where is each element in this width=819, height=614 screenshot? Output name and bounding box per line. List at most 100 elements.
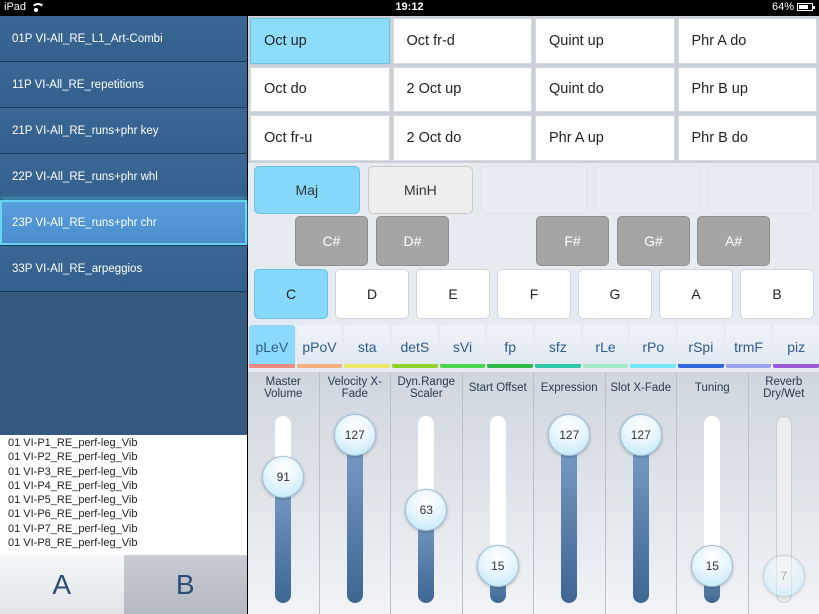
slider-knob[interactable]: 15: [476, 545, 519, 588]
status-bar: iPad 19:12 64%: [0, 0, 819, 16]
a-button[interactable]: A: [0, 555, 124, 614]
patch-item[interactable]: 01 VI-P2_RE_perf-leg_Vib: [0, 450, 247, 464]
articulation-color-bar: [582, 364, 629, 368]
articulation-label: rPo: [642, 338, 665, 355]
slider-track[interactable]: [275, 416, 292, 603]
pattern-button[interactable]: Phr A up: [535, 115, 675, 161]
pattern-button[interactable]: 2 Oct up: [392, 66, 532, 113]
articulation-button[interactable]: sta: [344, 325, 391, 368]
key-g[interactable]: G: [578, 269, 652, 319]
slider-knob[interactable]: 7: [762, 554, 805, 597]
key-a[interactable]: A: [659, 269, 733, 319]
articulation-color-bar: [439, 364, 486, 368]
pattern-button[interactable]: Phr A do: [677, 18, 817, 64]
articulation-button[interactable]: rLe: [582, 325, 629, 368]
articulation-button[interactable]: sVi: [439, 325, 486, 368]
scale-slot-empty: [708, 166, 814, 214]
patch-item[interactable]: 01 VI-P5_RE_perf-leg_Vib: [0, 493, 247, 507]
slider-label: Reverb Dry/Wet: [763, 376, 805, 400]
b-button[interactable]: B: [123, 555, 247, 614]
patch-item[interactable]: 01 VI-P4_RE_perf-leg_Vib: [0, 479, 247, 493]
slider-label: Expression: [540, 382, 598, 394]
slider-label: Tuning: [694, 382, 730, 394]
pattern-button[interactable]: Phr B up: [677, 66, 817, 113]
articulation-button[interactable]: trmF: [725, 325, 772, 368]
slider-label: Dyn.Range Scaler: [397, 376, 456, 400]
slider-column: Master Volume 91: [248, 372, 320, 614]
articulation-label: fp: [504, 338, 517, 355]
scale-slot-empty: [481, 166, 587, 214]
slider-label: Slot X-Fade: [610, 382, 672, 394]
patch-item[interactable]: 01 VI-P1_RE_perf-leg_Vib: [0, 436, 247, 450]
patch-item[interactable]: 01 VI-P8_RE_perf-leg_Vib: [0, 536, 247, 550]
slider-knob[interactable]: 63: [405, 489, 448, 532]
articulation-button[interactable]: pPoV: [296, 325, 343, 368]
battery-icon: [797, 3, 815, 11]
slider-column: Tuning 15: [677, 372, 749, 614]
pattern-button[interactable]: Quint do: [535, 66, 675, 113]
slider-label: Start Offset: [468, 382, 527, 394]
key-e[interactable]: E: [416, 269, 490, 319]
preset-item[interactable]: 22P VI-All_RE_runs+phr whl: [0, 154, 247, 200]
articulation-label: detS: [400, 338, 430, 355]
slider-column: Slot X-Fade 127: [605, 372, 677, 614]
pattern-button[interactable]: Oct fr-u: [250, 115, 390, 161]
articulation-button[interactable]: detS: [392, 325, 438, 368]
patch-item[interactable]: 01 VI-P7_RE_perf-leg_Vib: [0, 522, 247, 536]
pattern-button[interactable]: Oct fr-d: [392, 18, 532, 64]
articulation-button[interactable]: sfz: [535, 325, 581, 368]
pattern-button[interactable]: Oct up: [250, 18, 390, 64]
pattern-button[interactable]: 2 Oct do: [392, 115, 532, 161]
patch-item[interactable]: 01 VI-P3_RE_perf-leg_Vib: [0, 465, 247, 479]
key-d[interactable]: D: [335, 269, 409, 319]
key-a-sharp[interactable]: A#: [697, 216, 770, 266]
articulation-color-bar: [725, 364, 772, 368]
articulation-label: sfz: [548, 338, 567, 355]
patch-item[interactable]: 01 VI-P6_RE_perf-leg_Vib: [0, 507, 247, 521]
slider-knob[interactable]: 127: [619, 414, 662, 456]
preset-item[interactable]: 01P VI-All_RE_L1_Art-Combi: [0, 16, 247, 62]
slider-knob[interactable]: 127: [548, 414, 591, 456]
key-b[interactable]: B: [740, 269, 814, 319]
slider-knob[interactable]: 127: [333, 414, 376, 456]
slider-panel: Master Volume 91 Velocity X-Fade 127 Dyn.Ran…: [248, 372, 819, 614]
clock: 19:12: [395, 1, 424, 13]
scale-button[interactable]: Maj: [254, 166, 360, 214]
key-g-sharp[interactable]: G#: [617, 216, 690, 266]
scale-button[interactable]: MinH: [367, 166, 474, 214]
articulation-button[interactable]: fp: [487, 325, 534, 368]
key-c[interactable]: C: [254, 269, 328, 319]
slider-knob[interactable]: 15: [691, 545, 734, 588]
articulation-color-bar: [392, 364, 438, 368]
pattern-button[interactable]: Phr B do: [677, 115, 817, 161]
pattern-button[interactable]: Quint up: [535, 18, 675, 64]
slider-column: Expression 127: [534, 372, 606, 614]
slider-label: Velocity X-Fade: [327, 376, 382, 400]
key-d-sharp[interactable]: D#: [376, 216, 449, 266]
slider-fill: [561, 435, 578, 603]
articulation-button[interactable]: rSpi: [678, 325, 724, 368]
articulation-button[interactable]: piz: [773, 325, 819, 368]
black-keys: C# D# F# G# A#: [248, 216, 819, 266]
pattern-button[interactable]: Oct do: [250, 66, 390, 113]
sidebar: 01P VI-All_RE_L1_Art-Combi 11P VI-All_RE_…: [0, 16, 247, 614]
white-keys: CDEFGAB: [254, 269, 814, 319]
articulation-color-bar: [773, 364, 819, 368]
preset-item[interactable]: 11P VI-All_RE_repetitions: [0, 62, 247, 108]
preset-item[interactable]: 21P VI-All_RE_runs+phr key: [0, 108, 247, 154]
slider-fill: [346, 435, 363, 603]
key-c-sharp[interactable]: C#: [295, 216, 368, 266]
articulation-color-bar: [344, 364, 391, 368]
articulation-button[interactable]: pLeV: [249, 325, 295, 368]
articulation-button[interactable]: rPo: [630, 325, 677, 368]
ab-switch: A B: [0, 555, 247, 614]
key-f[interactable]: F: [497, 269, 571, 319]
articulation-color-bar: [678, 364, 724, 368]
slider-column: Velocity X-Fade 127: [319, 372, 391, 614]
preset-item[interactable]: 23P VI-All_RE_runs+phr chr: [0, 200, 247, 246]
articulation-label: rLe: [595, 338, 616, 355]
key-f-sharp[interactable]: F#: [536, 216, 609, 266]
preset-item[interactable]: 33P VI-All_RE_arpeggios: [0, 246, 247, 292]
slider-knob[interactable]: 91: [262, 456, 305, 499]
battery-percent: 64%: [771, 1, 794, 13]
